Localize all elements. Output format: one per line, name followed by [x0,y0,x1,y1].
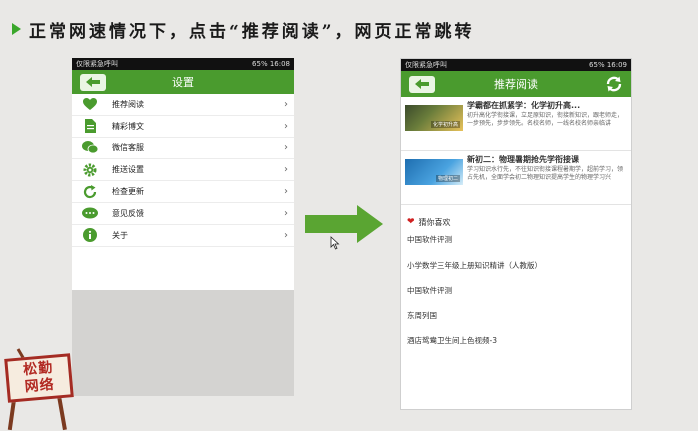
article-description: 学习知识水行先，不往知识衔接课程暑期学，超前学习，领占先机，全面学会初二物理知识… [467,166,624,181]
refresh-button[interactable] [605,75,623,93]
article-title: 新初二：物理暑期抢先学衔接课 [467,155,579,164]
reading-phone-screen: 仅限紧急呼叫 65% 16:09 推荐阅读 化学初升高 学霸都在抓紧学：化学初升… [400,58,632,410]
status-bar: 仅限紧急呼叫 65% 16:08 [72,58,294,70]
chevron-right-icon: › [284,207,288,219]
mouse-cursor-icon [330,236,340,250]
heart-icon [82,97,98,111]
company-sign-logo: 松勤 网络 [0,348,88,431]
guess-item[interactable]: 酒店鸳鸯卫生间上色视频-3 [407,336,625,346]
menu-item-label: 意见反馈 [112,208,144,218]
back-button[interactable] [409,75,435,93]
refresh-icon [82,184,98,199]
menu-item-label: 推送设置 [112,165,144,175]
chevron-right-icon: › [284,98,288,110]
status-left: 仅限紧急呼叫 [76,60,118,68]
menu-item-recommended-reading[interactable]: 推荐阅读 › [72,94,294,116]
status-right: 65% 16:09 [589,61,627,69]
guess-item[interactable]: 中国软件评测 [407,235,625,245]
article-thumbnail: 化学初升高 [405,105,463,131]
transition-arrow-icon [305,205,383,243]
menu-item-label: 微信客服 [112,143,144,153]
wechat-icon [82,141,98,155]
menu-item-check-update[interactable]: 检查更新 › [72,181,294,203]
info-icon [82,228,98,243]
chevron-right-icon: › [284,120,288,132]
document-icon [82,119,98,134]
menu-item-label: 关于 [112,230,128,240]
settings-app-bar: 设置 [72,70,294,94]
reading-title: 推荐阅读 [494,78,538,91]
guess-header-label: 猜你喜欢 [418,217,451,227]
arrow-left-icon [415,79,429,89]
chevron-right-icon: › [284,186,288,198]
article-thumbnail: 物理初二 [405,159,463,185]
reading-app-bar: 推荐阅读 [401,71,631,97]
menu-item-about[interactable]: 关于 › [72,225,294,247]
guess-you-like-section: ❤ 猜你喜欢 中国软件评测 小学数学三年级上册知识精讲（人教版） 中国软件评测 … [401,213,631,346]
article-title: 学霸都在抓紧学：化学初升高... [467,101,581,110]
slide-heading: 正常网速情况下，点击“推荐阅读”，网页正常跳转 [12,16,475,42]
bullet-triangle-icon [12,23,21,35]
menu-item-blog[interactable]: 精彩博文 › [72,116,294,138]
menu-item-label: 精彩博文 [112,121,144,131]
chevron-right-icon: › [284,164,288,176]
menu-item-label: 推荐阅读 [112,99,144,109]
settings-menu: 推荐阅读 › 精彩博文 › 微信客服 › 推送设置 › 检查更新 › 意见反馈 … [72,94,294,247]
menu-item-wechat-service[interactable]: 微信客服 › [72,138,294,160]
sign-text: 网络 [24,376,56,396]
menu-item-feedback[interactable]: 意见反馈 › [72,203,294,225]
slide-heading-text: 正常网速情况下，点击“推荐阅读”，网页正常跳转 [29,21,475,42]
chat-bubble-icon [82,206,98,220]
article-item[interactable]: 化学初升高 学霸都在抓紧学：化学初升高... 初升高化学衔接课，立足原知识，衔接… [401,97,631,151]
chevron-right-icon: › [284,229,288,241]
back-button[interactable] [80,73,106,91]
status-bar: 仅限紧急呼叫 65% 16:09 [401,59,631,71]
guess-item[interactable]: 小学数学三年级上册知识精讲（人教版） [407,261,625,271]
refresh-icon [606,76,622,92]
heart-icon: ❤ [407,217,415,227]
thumbnail-caption: 物理初二 [435,175,460,182]
guess-item[interactable]: 中国软件评测 [407,286,625,296]
menu-item-label: 检查更新 [112,187,144,197]
status-right: 65% 16:08 [252,60,290,68]
arrow-left-icon [86,77,100,87]
settings-phone-screen: 仅限紧急呼叫 65% 16:08 设置 推荐阅读 › 精彩博文 › 微信客服 ›… [72,58,294,396]
guess-header: ❤ 猜你喜欢 [407,213,625,231]
gear-icon [82,163,98,177]
empty-area [72,290,294,396]
article-description: 初升高化学衔接课，立足原知识，衔接新知识，跟老师走，一步预先，步步领先。名校名师… [467,112,624,127]
thumbnail-caption: 化学初升高 [430,121,460,128]
guess-item[interactable]: 东周列国 [407,311,625,321]
menu-item-push-settings[interactable]: 推送设置 › [72,159,294,182]
status-left: 仅限紧急呼叫 [405,61,447,69]
article-item[interactable]: 物理初二 新初二：物理暑期抢先学衔接课 学习知识水行先，不往知识衔接课程暑期学，… [401,151,631,205]
chevron-right-icon: › [284,142,288,154]
